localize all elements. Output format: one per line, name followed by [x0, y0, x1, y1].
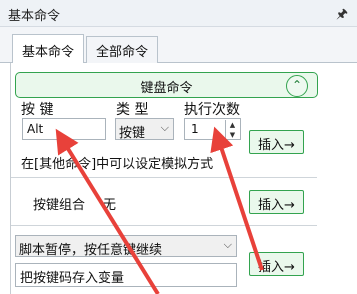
spin-down-icon[interactable]: ▼ — [226, 130, 239, 140]
key-input-value: Alt — [27, 122, 44, 136]
simulation-note: 在[其他命令]中可以设定模拟方式 — [21, 157, 214, 172]
pause-mode-value: 脚本暂停，按任意键继续 — [19, 243, 163, 258]
tab-all-commands[interactable]: 全部命令 — [86, 36, 158, 63]
type-column-label: 类 型 — [116, 102, 149, 118]
tab-strip: 基本命令 全部命令 — [0, 27, 357, 64]
times-value: 1 — [191, 122, 199, 136]
key-combo-value[interactable]: 无 — [103, 194, 116, 213]
double-chevron-up-icon[interactable]: ⌃ — [286, 75, 308, 97]
insert-key-button[interactable]: 插入→ — [249, 130, 304, 154]
times-column-label: 执行次数 — [184, 102, 240, 118]
keyboard-section-header[interactable]: 键盘命令 — [15, 72, 318, 98]
store-keycode-input[interactable]: 把按键码存入变量 — [15, 263, 237, 287]
panel-titlebar: 基本命令 🖈 — [0, 0, 357, 27]
tab-basic-commands[interactable]: 基本命令 — [12, 34, 84, 64]
spinner-buttons[interactable]: ▲ ▼ — [225, 120, 239, 140]
key-input[interactable]: Alt — [22, 118, 106, 140]
section-divider — [11, 177, 317, 178]
spin-up-icon[interactable]: ▲ — [226, 120, 239, 130]
key-combo-label: 按键组合 — [33, 198, 86, 213]
pin-icon[interactable]: 🖈 — [336, 5, 348, 27]
insert-combo-button[interactable]: 插入→ — [249, 190, 304, 214]
window-title: 基本命令 — [8, 9, 61, 24]
chevron-down-icon: ⌵ — [160, 121, 169, 134]
type-select[interactable]: 按键 ⌵ — [115, 118, 174, 141]
chevron-down-icon: ⌵ — [223, 238, 232, 251]
keyboard-section-title: 键盘命令 — [140, 81, 193, 96]
pause-mode-select[interactable]: 脚本暂停，按任意键继续 ⌵ — [15, 235, 237, 258]
section-divider-2 — [11, 225, 317, 226]
key-column-label: 按 键 — [21, 102, 54, 118]
store-keycode-label: 把按键码存入变量 — [20, 271, 125, 286]
insert-pause-button[interactable]: 插入→ — [249, 252, 304, 276]
times-spinner[interactable]: 1 ▲ ▼ — [184, 118, 241, 140]
type-select-value: 按键 — [119, 126, 146, 141]
